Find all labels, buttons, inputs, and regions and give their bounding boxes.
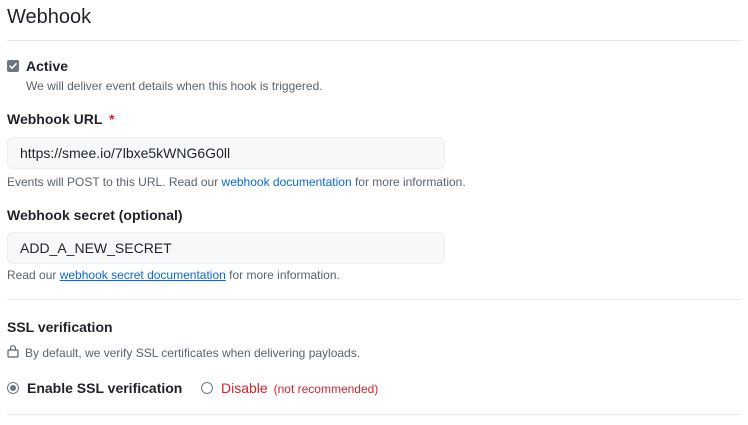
enable-ssl-radio[interactable]	[7, 382, 19, 394]
radio-dot	[10, 385, 16, 391]
ssl-label: SSL verification	[7, 319, 113, 335]
section-divider	[7, 299, 741, 300]
webhook-url-help: Events will POST to this URL. Read our w…	[7, 175, 466, 189]
bottom-divider	[7, 414, 741, 415]
webhook-url-label: Webhook URL *	[7, 111, 115, 127]
header-divider	[7, 40, 741, 41]
webhook-secret-help-suffix: for more information.	[225, 268, 340, 282]
required-mark: *	[109, 111, 115, 127]
checkmark-icon	[9, 63, 17, 69]
webhook-secret-input[interactable]: ADD_A_NEW_SECRET	[7, 232, 445, 264]
webhook-secret-label: Webhook secret (optional)	[7, 207, 183, 223]
disable-note: (not recommended)	[273, 382, 379, 396]
webhook-url-help-prefix: Events will POST to this URL. Read our	[7, 175, 222, 189]
active-checkbox[interactable]	[7, 60, 19, 72]
webhook-url-input[interactable]: https://smee.io/7lbxe5kWNG6G0ll	[7, 137, 445, 169]
active-help: We will deliver event details when this …	[26, 79, 323, 93]
webhook-secret-value: ADD_A_NEW_SECRET	[20, 240, 172, 256]
disable-ssl-label[interactable]: Disable (not recommended)	[221, 380, 378, 396]
ssl-help: By default, we verify SSL certificates w…	[25, 346, 361, 360]
page-title: Webhook	[7, 6, 92, 28]
enable-ssl-label[interactable]: Enable SSL verification	[27, 380, 182, 396]
webhook-documentation-link[interactable]: webhook documentation	[222, 175, 352, 189]
webhook-url-help-suffix: for more information.	[351, 175, 466, 189]
webhook-secret-documentation-link[interactable]: webhook secret documentation	[60, 268, 226, 282]
webhook-secret-help-prefix: Read our	[7, 268, 60, 282]
webhook-secret-help: Read our webhook secret documentation fo…	[7, 268, 340, 282]
disable-ssl-radio[interactable]	[201, 382, 213, 394]
webhook-url-label-text: Webhook URL	[7, 111, 103, 127]
lock-icon	[6, 344, 20, 358]
disable-label-text: Disable	[221, 380, 268, 396]
webhook-url-value: https://smee.io/7lbxe5kWNG6G0ll	[20, 145, 231, 161]
active-label[interactable]: Active	[26, 58, 68, 74]
